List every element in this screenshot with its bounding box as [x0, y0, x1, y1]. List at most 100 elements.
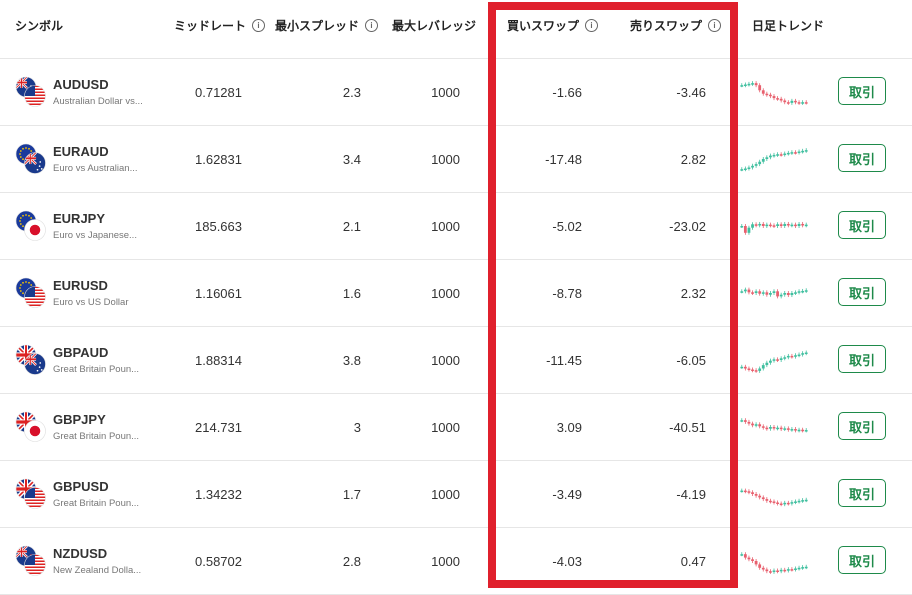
min-spread-value: 3.8 [342, 353, 361, 368]
trend-candle [761, 90, 765, 94]
trend-candle [797, 102, 801, 104]
header-mid-rate[interactable]: ミッドレート i [174, 17, 266, 34]
trend-candle [790, 224, 794, 227]
mid-rate-value: 1.16061 [195, 286, 242, 301]
trend-candle [743, 168, 747, 171]
table-row[interactable]: GBPJPY Great Britain Poun... 214.731 3 1000 3… [0, 394, 912, 461]
min-spread-value: 1.6 [342, 286, 361, 301]
trend-candle [743, 226, 747, 233]
trend-candle [751, 492, 754, 494]
trade-button[interactable]: 取引 [838, 479, 886, 507]
trend-candle [779, 358, 783, 360]
trend-candle [783, 153, 787, 156]
trend-candle [765, 427, 769, 430]
table-row[interactable]: GBPUSD Great Britain Poun... 1.34232 1.7 100… [0, 461, 912, 528]
symbol-name: EURAUD [53, 144, 109, 159]
table-row[interactable]: GBPAUD Great Britain Poun... 1.88314 3.8 100… [0, 327, 912, 394]
trend-candle [754, 83, 758, 86]
table-row[interactable]: EURJPY Euro vs Japanese... 185.663 2.1 1000 -… [0, 193, 912, 260]
symbol-description: Euro vs US Dollar [53, 297, 129, 308]
trade-button[interactable]: 取引 [838, 412, 886, 440]
trend-candle [765, 93, 769, 96]
trend-candle [758, 368, 762, 371]
buy-swap-value: -5.02 [552, 219, 582, 234]
max-leverage-value: 1000 [431, 219, 460, 234]
currency-pair-flag-icon [15, 76, 46, 107]
trade-button[interactable]: 取引 [838, 77, 886, 105]
max-leverage-value: 1000 [431, 353, 460, 368]
trend-candle [751, 369, 754, 372]
trend-candle [751, 423, 754, 426]
currency-pair-flag-icon [15, 545, 46, 576]
trade-button[interactable]: 取引 [838, 345, 886, 373]
trend-candle [801, 567, 805, 569]
daily-trend-chart [738, 540, 810, 582]
buy-swap-value: -17.48 [545, 152, 582, 167]
trend-candle [769, 360, 772, 363]
trend-candle [797, 151, 801, 154]
trend-candle [797, 291, 801, 293]
sell-swap-value: -4.19 [676, 487, 706, 502]
trend-candle [754, 164, 758, 166]
trade-button[interactable]: 取引 [838, 546, 886, 574]
trend-candle [790, 293, 794, 296]
trend-candle [751, 224, 754, 228]
currency-pair-flag-icon [15, 210, 46, 241]
trend-candle [761, 159, 765, 162]
trend-candle [790, 100, 794, 103]
trade-button[interactable]: 取引 [838, 144, 886, 172]
info-icon[interactable]: i [708, 19, 722, 32]
trend-candle [765, 362, 769, 366]
min-spread-value: 3.4 [342, 152, 361, 167]
trend-candle [779, 503, 783, 506]
sell-swap-value: -6.05 [676, 353, 706, 368]
info-icon[interactable]: i [365, 19, 379, 32]
table-header: シンボル ミッドレート i 最小スプレッド i 最大レバレッジ 買いスワップ i… [0, 0, 912, 59]
trend-candle [751, 83, 754, 85]
trend-candle [779, 154, 783, 156]
buy-swap-value: -4.03 [552, 554, 582, 569]
daily-trend-chart [738, 138, 810, 180]
table-row[interactable]: EURUSD Euro vs US Dollar 1.16061 1.6 1000 -8.… [0, 260, 912, 327]
trend-candle [797, 429, 801, 432]
trend-candle [765, 224, 769, 227]
min-spread-value: 2.8 [342, 554, 361, 569]
header-max-leverage[interactable]: 最大レバレッジ [392, 17, 476, 34]
header-sell-swap[interactable]: 売りスワップ i [630, 17, 722, 34]
table-row[interactable]: NZDUSD New Zealand Dolla... 0.58702 2.8 1000… [0, 528, 912, 595]
trend-candle [779, 224, 783, 226]
buy-swap-value: -8.78 [552, 286, 582, 301]
trend-candle [783, 569, 787, 572]
trend-candle [740, 169, 744, 171]
trend-candle [751, 559, 754, 561]
trend-candle [794, 100, 797, 103]
header-min-spread[interactable]: 最小スプレッド i [275, 17, 379, 34]
trend-sparkline [740, 418, 808, 433]
trend-sparkline [740, 350, 808, 373]
trend-candle [790, 152, 794, 154]
trend-candle [794, 429, 797, 431]
info-icon[interactable]: i [252, 19, 266, 32]
header-symbol[interactable]: シンボル [15, 17, 63, 34]
trend-candle [761, 292, 765, 294]
trend-candle [786, 293, 790, 296]
info-icon[interactable]: i [585, 19, 599, 32]
trend-candle [797, 223, 801, 226]
sell-swap-value: -40.51 [669, 420, 706, 435]
max-leverage-value: 1000 [431, 152, 460, 167]
min-spread-value: 3 [353, 420, 361, 435]
trend-candle [769, 94, 772, 97]
trend-candle [794, 568, 797, 570]
trend-sparkline [740, 287, 808, 299]
daily-trend-chart [738, 339, 810, 381]
trend-candle [776, 291, 779, 297]
trade-button[interactable]: 取引 [838, 278, 886, 306]
symbol-name: EURUSD [53, 278, 108, 293]
trade-button[interactable]: 取引 [838, 211, 886, 239]
trend-candle [776, 359, 779, 361]
header-buy-swap[interactable]: 買いスワップ i [507, 17, 599, 34]
table-row[interactable]: AUDUSD Australian Dollar vs... 0.71281 2.3 1… [0, 59, 912, 126]
buy-swap-value: -1.66 [552, 85, 582, 100]
trend-candle [754, 424, 758, 426]
table-row[interactable]: EURAUD Euro vs Australian... 1.62831 3.4 100… [0, 126, 912, 193]
